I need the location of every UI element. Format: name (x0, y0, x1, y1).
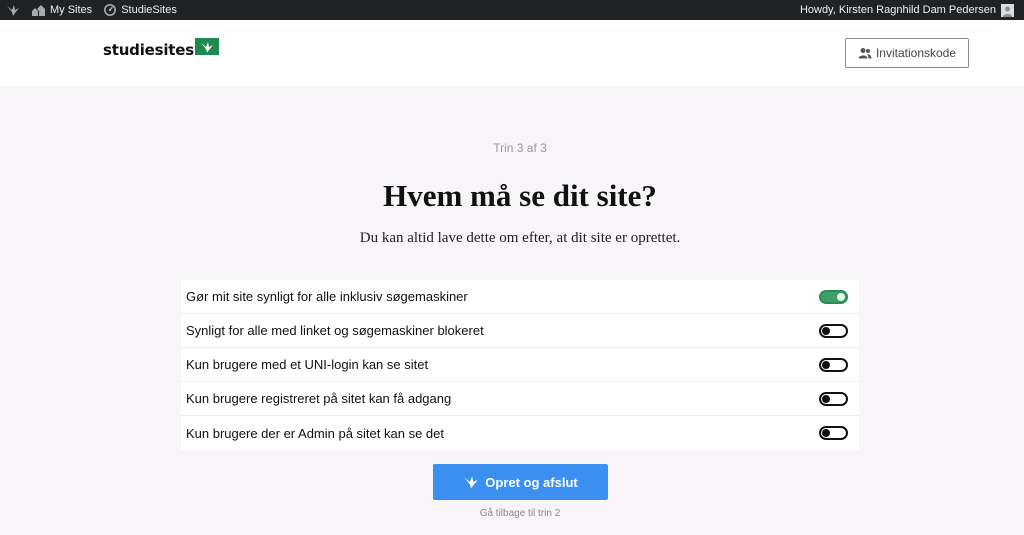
invitation-code-button[interactable]: Invitationskode (845, 38, 969, 68)
account-menu[interactable]: Howdy, Kirsten Ragnhild Dam Pedersen (799, 3, 1024, 17)
dashboard-icon (104, 4, 117, 16)
toggle-knob (822, 394, 830, 403)
option-public-link-no-search: Synligt for alle med linket og søgemaski… (181, 314, 859, 348)
option-label: Gør mit site synligt for alle inklusiv s… (186, 289, 468, 304)
my-sites-menu[interactable]: My Sites (26, 0, 98, 20)
bird-icon (194, 38, 219, 55)
bird-icon (7, 4, 19, 16)
bird-icon (464, 476, 479, 489)
option-label: Kun brugere registreret på sitet kan få … (186, 391, 452, 406)
page-subtitle: Du kan altid lave dette om efter, at dit… (359, 230, 681, 246)
my-sites-label: My Sites (50, 4, 93, 16)
option-registered-users-only: Kun brugere registreret på sitet kan få … (181, 382, 859, 416)
back-to-step-2-link[interactable]: Gå tilbage til trin 2 (0, 508, 1024, 519)
toggle-knob (837, 292, 845, 301)
page-title: Hvem må se dit site? (383, 178, 657, 213)
avatar-icon (1001, 3, 1014, 17)
toggle-knob (822, 360, 830, 369)
users-icon (858, 48, 872, 59)
option-admins-only: Kun brugere der er Admin på sitet kan se… (181, 416, 859, 450)
visibility-toggle[interactable] (819, 426, 848, 440)
site-logo-menu[interactable] (0, 0, 26, 20)
invitation-code-label: Invitationskode (875, 46, 957, 60)
step-indicator: Trin 3 af 3 (493, 141, 547, 155)
site-name-label: StudieSites (121, 4, 177, 16)
toggle-knob (822, 326, 830, 335)
create-and-finish-label: Opret og afslut (485, 474, 578, 490)
option-label: Kun brugere med et UNI-login kan se site… (186, 357, 429, 372)
account-greeting: Howdy, Kirsten Ragnhild Dam Pedersen (799, 4, 996, 16)
option-label: Synligt for alle med linket og søgemaski… (186, 323, 484, 338)
admin-bar: My Sites StudieSites Howdy, Kirsten Ragn… (0, 0, 1024, 20)
visibility-toggle[interactable] (819, 323, 848, 338)
visibility-toggle[interactable] (819, 391, 848, 406)
toggle-knob (822, 429, 830, 437)
my-sites-icon (32, 4, 45, 16)
option-public-with-search: Gør mit site synligt for alle inklusiv s… (181, 280, 859, 314)
visibility-toggle[interactable] (819, 357, 848, 372)
visibility-options: Gør mit site synligt for alle inklusiv s… (181, 280, 859, 450)
option-label: Kun brugere der er Admin på sitet kan se… (186, 425, 444, 441)
option-uni-login-only: Kun brugere med et UNI-login kan se site… (181, 348, 859, 382)
visibility-toggle[interactable] (819, 289, 848, 304)
create-and-finish-button[interactable]: Opret og afslut (433, 464, 608, 500)
site-header: studiesites Invitationskode (0, 20, 1024, 86)
site-name-menu[interactable]: StudieSites (98, 0, 183, 20)
studiesites-logo[interactable]: studiesites (103, 38, 219, 60)
logo-text: studiesites (103, 41, 194, 59)
